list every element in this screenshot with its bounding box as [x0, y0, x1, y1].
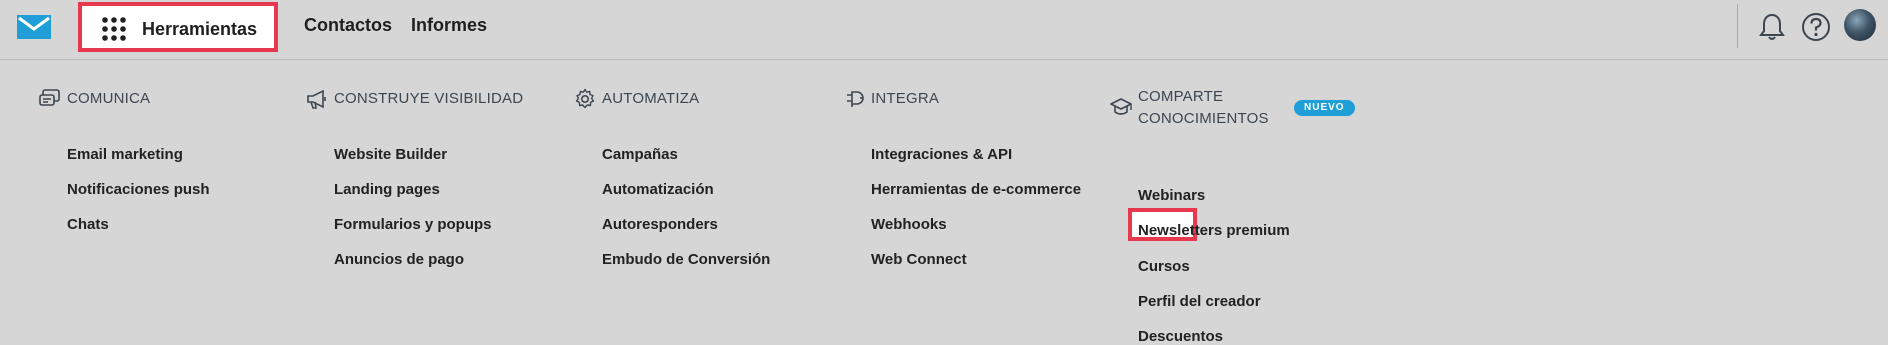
menu-item-automatizacion[interactable]: Automatización: [602, 181, 714, 198]
envelope-logo-icon[interactable]: [16, 14, 52, 40]
help-icon[interactable]: [1801, 12, 1831, 42]
new-badge: NUEVO: [1294, 100, 1355, 116]
menu-item-landing-pages[interactable]: Landing pages: [334, 181, 440, 198]
header-divider: [1737, 4, 1738, 48]
menu-item-embudo-de-conversion[interactable]: Embudo de Conversión: [602, 251, 770, 268]
section-title: INTEGRA: [871, 90, 940, 107]
section-title: COMUNICA: [67, 90, 151, 107]
chat-icon: [39, 89, 60, 106]
menu-item-herramientas-ecommerce[interactable]: Herramientas de e-commerce: [871, 181, 1081, 198]
menu-item-integraciones-api[interactable]: Integraciones & API: [871, 146, 1012, 163]
nav-informes[interactable]: Informes: [411, 15, 487, 36]
menu-item-cursos[interactable]: Cursos: [1138, 258, 1190, 275]
section-header-comparte-conocimientos: COMPARTE CONOCIMIENTOS: [1110, 86, 1269, 130]
tools-menu-button[interactable]: Herramientas: [78, 2, 278, 52]
menu-item-perfil-del-creador[interactable]: Perfil del creador: [1138, 293, 1261, 310]
menu-item-webhooks[interactable]: Webhooks: [871, 216, 947, 233]
menu-column-comunica: COMUNICA Email marketing Notificaciones …: [39, 88, 210, 233]
section-header-integra: INTEGRA: [843, 88, 939, 110]
menu-item-campanas[interactable]: Campañas: [602, 146, 678, 163]
gear-icon: [575, 88, 595, 109]
menu-item-autoresponders[interactable]: Autoresponders: [602, 216, 718, 233]
menu-column-integra: INTEGRA Integraciones & API Herramientas…: [843, 88, 1081, 268]
menu-item-webinars[interactable]: Webinars: [1138, 187, 1205, 204]
graduation-cap-icon: [1110, 98, 1132, 115]
menu-item-descuentos[interactable]: Descuentos: [1138, 328, 1223, 345]
menu-column-construye-visibilidad: CONSTRUYE VISIBILIDAD Website Builder La…: [306, 88, 523, 268]
bell-icon[interactable]: [1759, 12, 1785, 42]
menu-item-web-connect[interactable]: Web Connect: [871, 251, 967, 268]
menu-item-email-marketing[interactable]: Email marketing: [67, 146, 183, 163]
menu-item-formularios-popups[interactable]: Formularios y popups: [334, 216, 492, 233]
menu-item-newsletters-premium[interactable]: Newsletters premium: [1138, 222, 1290, 239]
tools-menu-label: Herramientas: [142, 19, 258, 39]
top-navbar: Herramientas Contactos Informes: [0, 0, 1888, 60]
avatar[interactable]: [1844, 9, 1876, 41]
section-header-comunica: COMUNICA: [39, 88, 150, 110]
menu-item-website-builder[interactable]: Website Builder: [334, 146, 447, 163]
section-header-construye-visibilidad: CONSTRUYE VISIBILIDAD: [306, 88, 523, 110]
menu-item-notificaciones-push[interactable]: Notificaciones push: [67, 181, 210, 198]
section-title: CONSTRUYE VISIBILIDAD: [334, 90, 524, 107]
section-header-automatiza: AUTOMATIZA: [574, 88, 699, 110]
megaphone-icon: [307, 89, 326, 109]
section-title: AUTOMATIZA: [602, 90, 700, 107]
nav-contactos[interactable]: Contactos: [304, 15, 392, 36]
grid-dots-icon: [102, 17, 126, 41]
menu-column-automatiza: AUTOMATIZA Campañas Automatización Autor…: [574, 88, 770, 268]
menu-item-anuncios-de-pago[interactable]: Anuncios de pago: [334, 251, 464, 268]
plug-icon: [847, 91, 864, 107]
section-title: COMPARTE CONOCIMIENTOS: [1138, 88, 1269, 127]
menu-column-comparte-conocimientos: COMPARTE CONOCIMIENTOS Webinars Newslette…: [1110, 86, 1290, 345]
menu-item-chats[interactable]: Chats: [67, 216, 109, 233]
